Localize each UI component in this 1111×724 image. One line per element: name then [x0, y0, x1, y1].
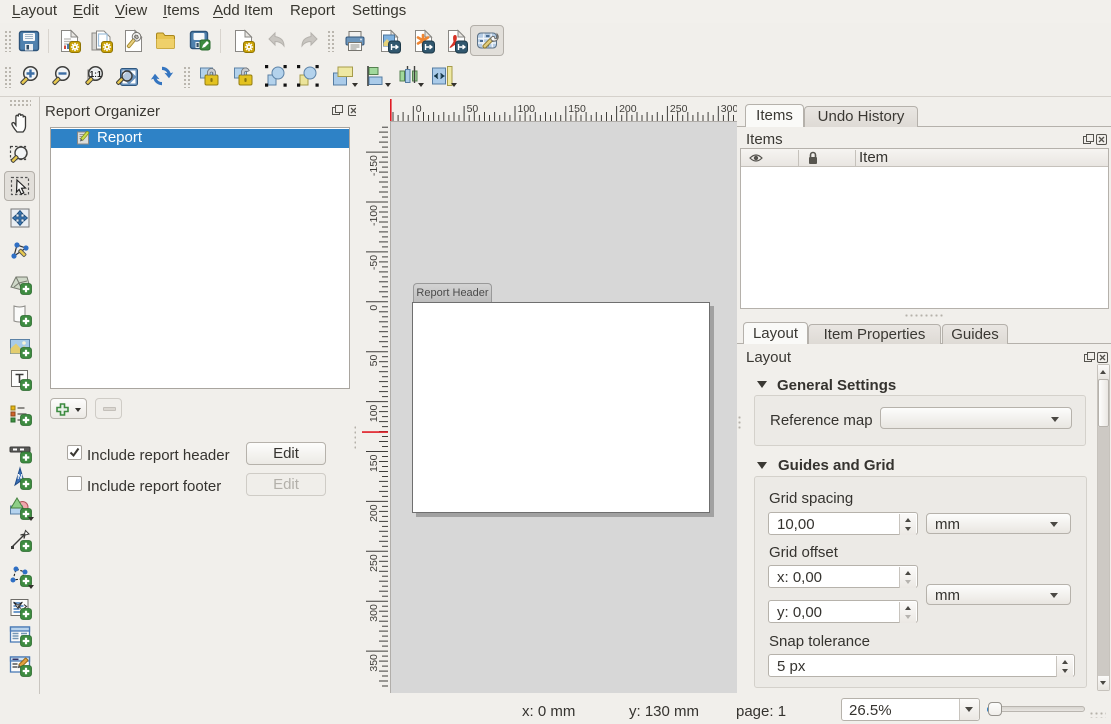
svg-text:100: 100	[368, 404, 380, 422]
svg-text:200: 200	[368, 504, 380, 522]
svg-text:250: 250	[368, 554, 380, 572]
svg-text:200: 200	[619, 103, 637, 115]
svg-text:100: 100	[518, 103, 536, 115]
svg-text:-100: -100	[368, 205, 380, 226]
svg-text:-150: -150	[368, 155, 380, 176]
svg-text:150: 150	[568, 103, 586, 115]
svg-text:0: 0	[368, 305, 380, 311]
svg-text:150: 150	[368, 454, 380, 472]
svg-text:300: 300	[721, 103, 737, 115]
svg-text:50: 50	[467, 103, 479, 115]
svg-text:250: 250	[670, 103, 688, 115]
svg-text:50: 50	[368, 355, 380, 367]
svg-text:0: 0	[416, 103, 422, 115]
svg-text:350: 350	[368, 654, 380, 672]
svg-text:300: 300	[368, 604, 380, 622]
svg-text:-50: -50	[368, 255, 380, 270]
